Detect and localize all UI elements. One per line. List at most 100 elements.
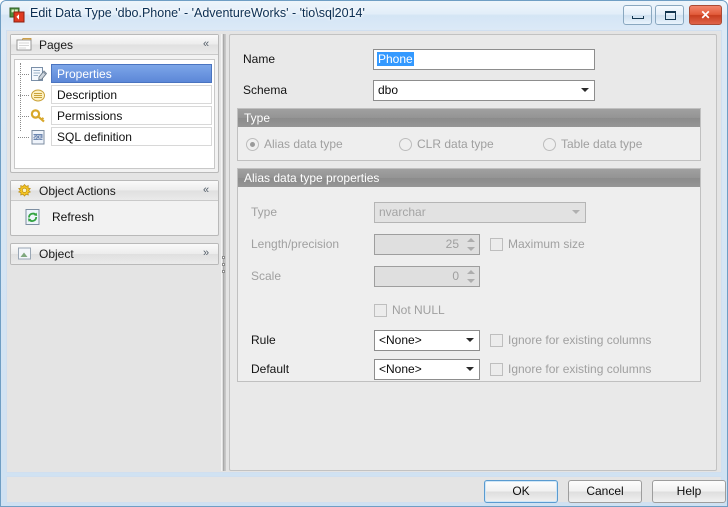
scale-value: 0	[452, 269, 459, 283]
ok-button[interactable]: OK	[484, 480, 558, 503]
alias-type-label: Type	[251, 205, 277, 219]
tree-connector-dots	[18, 137, 29, 138]
scale-label: Scale	[251, 269, 281, 283]
description-icon	[30, 87, 48, 104]
default-label: Default	[251, 362, 289, 376]
radio-label: Alias data type	[264, 137, 343, 151]
chevron-down-icon[interactable]: »	[199, 246, 213, 261]
close-icon: ✕	[690, 9, 721, 21]
alias-group-header: Alias data type properties	[238, 169, 700, 187]
minimize-button[interactable]	[623, 5, 652, 25]
radio-indicator	[543, 138, 556, 151]
svg-text:SQL: SQL	[33, 135, 43, 141]
length-precision-label: Length/precision	[251, 237, 339, 251]
sidebar-item-properties[interactable]: Properties	[51, 64, 212, 83]
schema-row: Schema dbo	[243, 80, 703, 101]
pages-tree[interactable]: Properties Description	[14, 59, 215, 169]
object-panel-title: Object	[39, 247, 74, 261]
dialog-footer: OK Cancel Help	[6, 476, 722, 503]
radio-indicator	[246, 138, 259, 151]
not-null-label: Not NULL	[392, 303, 445, 317]
pages-panel: Pages «	[10, 34, 219, 173]
checkbox-indicator	[490, 334, 503, 347]
splitter-grip[interactable]	[222, 256, 225, 282]
rule-dropdown[interactable]: <None>	[374, 330, 480, 351]
object-icon	[16, 246, 33, 261]
schema-label: Schema	[243, 83, 287, 97]
alias-type-row: Type nvarchar	[251, 202, 691, 223]
gear-icon	[16, 183, 33, 198]
stepper-down-icon	[467, 279, 475, 283]
refresh-label: Refresh	[52, 210, 94, 224]
type-group-title: Type	[244, 111, 270, 125]
tree-connector-dots	[18, 74, 29, 75]
sidebar-splitter[interactable]	[220, 34, 228, 471]
rule-ignore-existing-label: Ignore for existing columns	[508, 333, 651, 347]
maximize-icon	[665, 11, 676, 20]
chevron-down-icon	[572, 210, 580, 214]
length-precision-stepper: 25	[374, 234, 480, 255]
stepper-up-icon	[467, 238, 475, 242]
scale-row: Scale 0	[251, 266, 691, 287]
name-input[interactable]: Phone	[373, 49, 595, 70]
splitter-bar[interactable]	[221, 34, 226, 471]
checkbox-indicator	[490, 238, 503, 251]
properties-page-icon	[30, 66, 48, 83]
sidebar-item-label: Permissions	[57, 109, 122, 123]
rule-row: Rule <None> Ignore for existing columns	[251, 330, 691, 351]
stepper-down-icon	[467, 247, 475, 251]
pages-panel-header[interactable]: Pages «	[11, 35, 218, 55]
length-precision-row: Length/precision 25 Maximum size	[251, 234, 691, 255]
sidebar-item-sql-definition[interactable]: SQL SQL definition	[51, 127, 212, 146]
default-dropdown[interactable]: <None>	[374, 359, 480, 380]
object-panel-header[interactable]: Object »	[11, 244, 218, 264]
tree-connector-dots	[18, 95, 29, 96]
stepper-buttons	[464, 236, 477, 253]
object-actions-panel: Object Actions « Refresh	[10, 180, 219, 236]
chevron-up-icon[interactable]: «	[199, 183, 213, 198]
schema-dropdown[interactable]: dbo	[373, 80, 595, 101]
title-bar[interactable]: Edit Data Type 'dbo.Phone' - 'AdventureW…	[1, 1, 727, 29]
checkbox-indicator	[490, 363, 503, 376]
pages-folder-icon	[16, 37, 33, 52]
refresh-icon	[24, 208, 42, 229]
maximum-size-label: Maximum size	[508, 237, 585, 251]
tree-connector-dots	[18, 116, 29, 117]
object-actions-header[interactable]: Object Actions «	[11, 181, 218, 201]
sidebar-item-label: Properties	[57, 67, 112, 81]
sql-definition-icon: SQL	[30, 129, 48, 146]
close-button[interactable]: ✕	[689, 5, 722, 25]
help-button[interactable]: Help	[652, 480, 726, 503]
radio-indicator	[399, 138, 412, 151]
radio-label: Table data type	[561, 137, 642, 151]
type-group-header: Type	[238, 109, 700, 127]
chevron-up-icon[interactable]: «	[199, 37, 213, 52]
alias-group-title: Alias data type properties	[244, 171, 379, 185]
schema-value: dbo	[378, 83, 398, 97]
sidebar-item-label: SQL definition	[57, 130, 132, 144]
default-row: Default <None> Ignore for existing colum…	[251, 359, 691, 380]
chevron-down-icon	[466, 367, 474, 371]
type-group: Type Alias data type CLR data type Table…	[237, 108, 701, 161]
permissions-key-icon	[30, 108, 48, 125]
sidebar-item-permissions[interactable]: Permissions	[51, 106, 212, 125]
object-actions-title: Object Actions	[39, 184, 116, 198]
stepper-up-icon	[467, 270, 475, 274]
chevron-down-icon	[581, 88, 589, 92]
alias-type-dropdown: nvarchar	[374, 202, 586, 223]
cancel-button[interactable]: Cancel	[568, 480, 642, 503]
default-value: <None>	[379, 362, 422, 376]
sidebar-item-label: Description	[57, 88, 117, 102]
rule-label: Rule	[251, 333, 276, 347]
window-title: Edit Data Type 'dbo.Phone' - 'AdventureW…	[30, 6, 365, 20]
minimize-icon	[632, 16, 644, 19]
name-input-value: Phone	[377, 52, 414, 66]
data-type-icon	[9, 7, 25, 23]
sidebar-item-description[interactable]: Description	[51, 85, 212, 104]
stepper-buttons	[464, 268, 477, 285]
refresh-action[interactable]: Refresh	[16, 206, 214, 230]
name-label: Name	[243, 52, 275, 66]
maximize-button[interactable]	[655, 5, 684, 25]
properties-page: Name Phone Schema dbo Type	[229, 34, 717, 471]
default-ignore-existing-label: Ignore for existing columns	[508, 362, 651, 376]
